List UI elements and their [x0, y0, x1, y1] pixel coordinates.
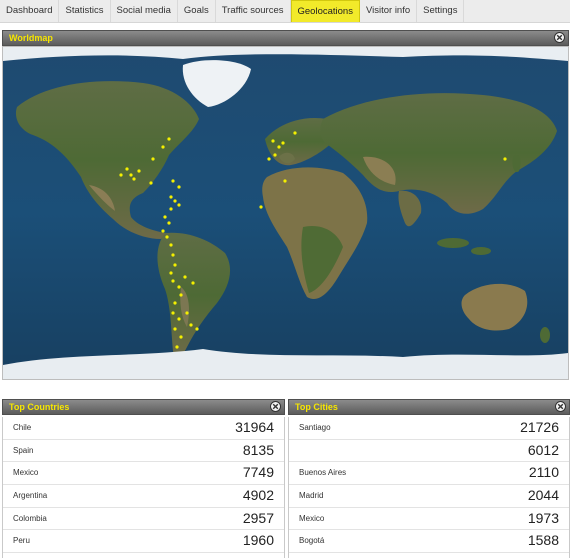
city-visits: 6012: [527, 441, 559, 458]
top-cities-title: Top Cities: [295, 402, 338, 412]
top-cities-header: Top Cities: [288, 399, 570, 415]
table-row: 6012: [289, 440, 569, 463]
table-row: Peru 1960: [3, 530, 284, 554]
city-name: Buenos Aires: [299, 468, 347, 478]
table-row: Mexico 7749: [3, 462, 284, 486]
country-name: Peru: [13, 536, 30, 546]
country-name: Mexico: [13, 468, 39, 478]
tab-visitor-info[interactable]: Visitor info: [360, 0, 418, 22]
close-icon: [557, 403, 564, 410]
country-visits: 31964: [235, 419, 274, 435]
top-countries-title: Top Countries: [9, 402, 70, 412]
table-row: Santiago 21726: [289, 417, 569, 440]
table-row: Argentina 4902: [3, 485, 284, 508]
main-nav: Dashboard Statistics Social media Goals …: [0, 0, 570, 23]
country-visits: 1960: [242, 532, 274, 549]
city-name: Mexico: [299, 513, 325, 523]
country-visits: 8135: [242, 441, 274, 458]
city-visits: 21726: [520, 419, 559, 435]
worldmap-header: Worldmap: [2, 30, 569, 46]
country-name: Argentina: [13, 491, 48, 501]
table-row: Buenos Aires 2110: [289, 462, 569, 486]
city-name: Santiago: [299, 423, 331, 432]
top-cities-close-button[interactable]: [555, 401, 566, 412]
close-icon: [556, 34, 563, 41]
table-row: Madrid 2044: [289, 485, 569, 508]
worldmap-title: Worldmap: [9, 33, 53, 43]
city-visits: 1588: [527, 532, 559, 549]
table-row: Bogotá 1588: [289, 530, 569, 554]
worldmap-close-button[interactable]: [554, 32, 565, 43]
country-visits: 4902: [242, 487, 274, 504]
tab-geolocations[interactable]: Geolocations: [290, 0, 360, 22]
table-row: Mexico 1973: [289, 508, 569, 531]
city-name: Madrid: [299, 491, 324, 501]
city-visits: 1973: [527, 509, 559, 526]
city-visits: 2110: [528, 464, 559, 481]
tab-social-media[interactable]: Social media: [111, 0, 178, 22]
table-row: Chile 31964: [3, 417, 284, 440]
tab-settings[interactable]: Settings: [417, 0, 465, 22]
top-cities-table: Santiago 21726 6012 Buenos Aires 2110 Ma…: [288, 417, 570, 558]
top-countries-table: Chile 31964 Spain 8135 Mexico 7749 Argen…: [2, 417, 285, 558]
close-icon: [272, 403, 279, 410]
table-row: Colombia 2957: [3, 508, 284, 531]
city-visits: 2044: [527, 487, 559, 504]
table-row: Spain 8135: [3, 440, 284, 463]
country-name: Spain: [13, 445, 34, 455]
world-map[interactable]: [2, 46, 569, 380]
country-visits: 2957: [242, 509, 274, 526]
tab-statistics[interactable]: Statistics: [59, 0, 111, 22]
country-visits: 7749: [242, 464, 274, 481]
tab-dashboard[interactable]: Dashboard: [0, 0, 60, 22]
top-countries-header: Top Countries: [2, 399, 285, 415]
city-name: Bogotá: [299, 536, 325, 546]
top-countries-close-button[interactable]: [270, 401, 281, 412]
tab-traffic-sources[interactable]: Traffic sources: [216, 0, 291, 22]
country-name: Chile: [13, 423, 32, 432]
tab-goals[interactable]: Goals: [178, 0, 216, 22]
country-name: Colombia: [13, 513, 47, 523]
